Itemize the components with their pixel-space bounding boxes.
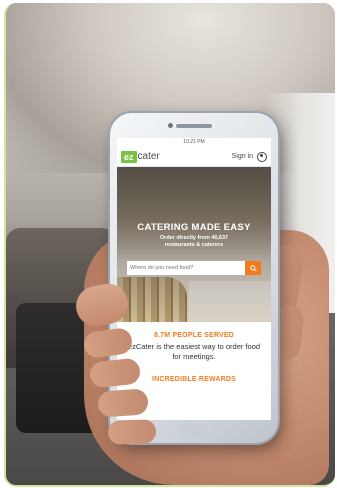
- phone-screen: 10:21 PM ez cater Sign in CATERING MADE …: [117, 138, 271, 420]
- home-button[interactable]: [180, 423, 208, 438]
- search-icon: [249, 264, 257, 272]
- tagline: ezCater is the easiest way to order food…: [127, 342, 261, 361]
- hero-banner: CATERING MADE EASY Order directly from 4…: [117, 167, 271, 322]
- status-bar-time: 10:21 PM: [183, 139, 205, 145]
- hero-subtitle: Order directly from 46,637 restaurants &…: [117, 235, 271, 249]
- top-nav: ez cater Sign in: [117, 147, 271, 167]
- hero-subtitle-line-2: restaurants & caterers: [164, 242, 224, 248]
- hero-title: CATERING MADE EASY: [137, 222, 251, 233]
- search-input[interactable]: [127, 261, 245, 275]
- hero-subtitle-line-1: Order directly from 46,637: [159, 235, 229, 241]
- sign-in-link[interactable]: Sign in: [231, 151, 267, 162]
- rewards-heading: INCREDIBLE REWARDS: [151, 376, 237, 383]
- search-button[interactable]: [245, 261, 261, 275]
- finger: [97, 388, 149, 418]
- main-content: 8.7M PEOPLE SERVED ezCater is the easies…: [117, 322, 271, 383]
- logo-ez: ez: [121, 150, 137, 163]
- people-served-stat: 8.7M PEOPLE SERVED: [153, 332, 235, 339]
- ezcater-logo[interactable]: ez cater: [121, 150, 160, 163]
- logo-cater: cater: [137, 151, 160, 162]
- search-bar: [127, 261, 261, 275]
- user-icon[interactable]: [257, 151, 267, 162]
- camera-icon: [168, 123, 173, 128]
- finger: [107, 419, 157, 445]
- sign-in-label: Sign in: [231, 153, 253, 160]
- speaker-grille: [176, 124, 212, 128]
